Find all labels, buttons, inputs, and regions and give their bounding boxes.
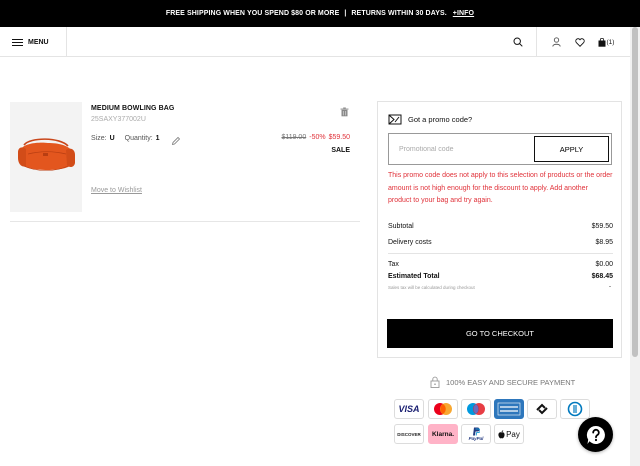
returns-text: RETURNS WITHIN 30 DAYS. — [351, 10, 447, 17]
klarna-label: Klarna. — [431, 430, 455, 438]
hamburger-icon — [12, 37, 23, 48]
promo-tag-icon — [388, 114, 402, 125]
apple-pay-label: Pay — [506, 429, 520, 439]
product-options: Size: U Quantity: 1 — [91, 135, 160, 142]
wishlist-button[interactable] — [568, 27, 592, 57]
quantity-label: Quantity: — [124, 135, 153, 142]
size-value: U — [109, 135, 115, 142]
promo-heading: Got a promo code? — [388, 114, 472, 125]
tax-note-value: - — [609, 284, 611, 290]
chat-help-icon — [586, 425, 605, 444]
trash-icon — [340, 107, 349, 117]
menu-button[interactable]: MENU — [12, 27, 49, 57]
apply-button[interactable]: APPLY — [534, 136, 609, 162]
promo-title: Got a promo code? — [408, 115, 473, 124]
subtotal-label: Subtotal — [388, 223, 414, 230]
subtotal-value: $59.50 — [591, 223, 613, 230]
product-name[interactable]: MEDIUM BOWLING BAG — [91, 105, 174, 112]
checkout-button[interactable]: GO TO CHECKOUT — [387, 319, 613, 348]
paypal-logo — [473, 427, 480, 436]
paypal-label: PayPal — [468, 436, 484, 441]
separator: | — [344, 10, 347, 17]
tax-value: $0.00 — [595, 261, 613, 268]
original-price: $119.00 — [281, 134, 307, 141]
size-label: Size: — [91, 135, 107, 142]
secure-payment-text: 100% EASY AND SECURE PAYMENT — [446, 377, 576, 387]
bag-count: (1) — [606, 38, 615, 46]
bowling-bag-image — [18, 138, 75, 171]
menu-label: MENU — [28, 38, 49, 46]
delivery-label: Delivery costs — [388, 239, 432, 246]
delivery-row: Delivery costs $8.95 — [388, 239, 613, 246]
total-row: Estimated Total $68.45 — [388, 273, 613, 280]
sequra-icon — [527, 399, 557, 419]
pencil-icon — [171, 136, 181, 146]
klarna-icon: Klarna. — [428, 424, 458, 444]
shipping-text: FREE SHIPPING WHEN YOU SPEND $80 OR MORE — [165, 10, 340, 17]
maestro-logo — [467, 403, 485, 415]
order-summary: Got a promo code? APPLY This promo code … — [377, 101, 622, 358]
header-icons: (1) — [544, 27, 630, 57]
edit-button[interactable] — [171, 133, 181, 151]
heart-icon — [575, 37, 585, 47]
product-price: $119.00 -50% $59.50 — [281, 134, 350, 141]
user-icon — [551, 37, 561, 47]
scrollbar-thumb[interactable] — [632, 27, 638, 357]
apple-logo — [498, 429, 505, 438]
amex-icon — [494, 399, 524, 419]
product-image[interactable] — [10, 102, 82, 212]
chat-button[interactable] — [578, 417, 613, 452]
total-value: $68.45 — [591, 273, 613, 280]
sequra-logo — [536, 403, 548, 415]
secure-payment: 100% EASY AND SECURE PAYMENT — [430, 376, 575, 388]
amex-logo — [497, 402, 521, 416]
header-divider-right — [536, 27, 537, 57]
diners-logo — [567, 401, 583, 417]
page-scrollbar[interactable] — [630, 27, 640, 466]
quantity-value: 1 — [155, 135, 160, 142]
search-icon — [513, 37, 523, 47]
tax-label: Tax — [388, 261, 399, 268]
promo-code-input[interactable] — [389, 134, 534, 164]
delivery-value: $8.95 — [595, 239, 613, 246]
tax-note: Sales tax will be calculated during chec… — [388, 285, 475, 290]
mastercard-logo — [434, 403, 452, 415]
discover-label: DISCOVER — [397, 431, 421, 437]
info-link[interactable]: +INFO — [453, 10, 474, 17]
promo-error-message: This promo code does not apply to this s… — [388, 172, 613, 204]
announcement-bar: FREE SHIPPING WHEN YOU SPEND $80 OR MORE… — [0, 0, 640, 27]
diners-icon — [560, 399, 590, 419]
discount-percent: -50% — [309, 134, 326, 141]
move-to-wishlist-link[interactable]: Move to Wishlist — [91, 187, 142, 194]
visa-icon: VISA — [394, 399, 424, 419]
site-header: MENU (1) — [0, 27, 630, 57]
search-button[interactable] — [508, 27, 528, 57]
account-button[interactable] — [544, 27, 568, 57]
promo-form: APPLY — [388, 133, 612, 165]
tax-row: Tax $0.00 — [388, 261, 613, 268]
final-price: $59.50 — [328, 134, 350, 141]
lock-icon — [430, 376, 440, 388]
apple-pay-icon: Pay — [494, 424, 524, 444]
remove-item-button[interactable] — [340, 104, 349, 122]
cart-item: MEDIUM BOWLING BAG 25SAXY377002U Size: U… — [10, 102, 360, 222]
maestro-icon — [461, 399, 491, 419]
total-label: Estimated Total — [388, 273, 440, 280]
product-sku: 25SAXY377002U — [91, 116, 146, 123]
visa-label: VISA — [398, 404, 420, 414]
mastercard-icon — [428, 399, 458, 419]
header-divider — [66, 27, 67, 57]
paypal-icon: PayPal — [461, 424, 491, 444]
bag-button[interactable]: (1) — [592, 27, 620, 57]
sale-badge: SALE — [331, 147, 350, 154]
subtotal-row: Subtotal $59.50 — [388, 223, 613, 230]
discover-icon: DISCOVER — [394, 424, 424, 444]
summary-divider — [388, 253, 613, 254]
shopping-bag-icon — [598, 37, 606, 47]
